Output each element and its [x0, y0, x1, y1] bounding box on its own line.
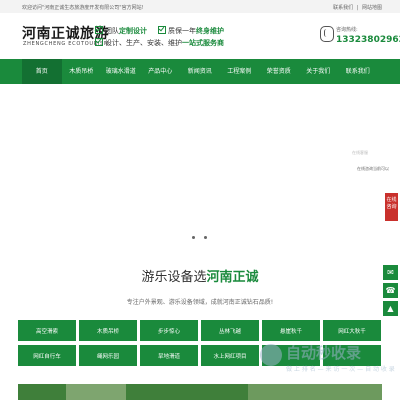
slogan-service: 设计、生产、安装、维护一站式服务商 [95, 37, 224, 48]
hotline-label: 咨询热线: [336, 27, 358, 33]
check-icon [158, 26, 166, 34]
slider-dot[interactable] [192, 236, 195, 239]
site-header: 河南正诚旅游 ZHENGCHENG ECOTOURISM 团队定制设计 质保一年… [0, 13, 400, 57]
nav-item-cases[interactable]: 工程案例 [220, 59, 260, 84]
watermark-logo-icon [260, 344, 282, 366]
category-cliff-swing[interactable]: 悬崖秋千 [262, 320, 320, 341]
online-consult-button[interactable]: 在线咨询 [385, 193, 398, 221]
photo-highlight [248, 384, 382, 400]
sitemap-link[interactable]: 网站地图 [362, 5, 382, 11]
contact-link[interactable]: 联系我们 [333, 5, 353, 11]
top-bar: 欢迎访问"河南正诚生态旅游度开发有限公司"官方网站! 联系我们 | 网站地图 [0, 0, 400, 13]
section-subtitle: 专注户外景观、游乐设备领域，成就河南正诚钻石品质! [126, 299, 274, 306]
nav-item-honors[interactable]: 荣誉资质 [259, 59, 299, 84]
main-nav: 首页 木质吊桥 玻璃水滑道 产品中心 新闻资讯 工程案例 荣誉资质 关于我们 联… [0, 59, 400, 84]
phone-icon [320, 26, 334, 42]
category-sky-bike[interactable]: 网红自行车 [18, 345, 76, 366]
slogan-warranty: 质保一年终身维护 [158, 25, 224, 36]
slogan-custom: 团队定制设计 [95, 25, 147, 36]
check-icon [95, 26, 103, 34]
nav-item-contact[interactable]: 联系我们 [338, 59, 378, 84]
divider: | [356, 5, 359, 11]
photo-highlight [66, 384, 126, 400]
section-title: 游乐设备选河南正诚 [141, 270, 259, 285]
nav-item-wooden-bridge[interactable]: 木质吊桥 [62, 59, 102, 84]
phone-side-icon[interactable]: ☎ [383, 283, 398, 298]
category-jungle-fly[interactable]: 丛林飞越 [201, 320, 259, 341]
nav-item-home[interactable]: 首页 [22, 59, 62, 84]
nav-item-glass-slide[interactable]: 玻璃水滑道 [101, 59, 141, 84]
project-photo [18, 384, 382, 400]
category-dry-slide[interactable]: 旱地滑道 [140, 345, 198, 366]
hotline-number[interactable]: 13323802962 [336, 35, 400, 45]
category-step-thrill[interactable]: 步步惊心 [140, 320, 198, 341]
top-links: 联系我们 | 网站地图 [331, 4, 382, 11]
check-icon [95, 38, 103, 46]
category-wooden-bridge[interactable]: 木质吊桥 [79, 320, 137, 341]
welcome-text: 欢迎访问"河南正诚生态旅游度开发有限公司"官方网站! [22, 5, 144, 11]
watermark: 自动秒收录 做 上 排 名 — 来 访 一 次 — 自 动 收 录 [256, 340, 396, 376]
category-big-swing[interactable]: 网红大秋千 [323, 320, 381, 341]
category-zipline[interactable]: 高空滑索 [18, 320, 76, 341]
nav-item-about[interactable]: 关于我们 [299, 59, 339, 84]
nav-item-news[interactable]: 新闻资讯 [180, 59, 220, 84]
slider-dot[interactable] [204, 236, 207, 239]
chat-hint: 在线客服 [352, 150, 368, 155]
category-rope-park[interactable]: 绳网乐园 [79, 345, 137, 366]
nav-item-products[interactable]: 产品中心 [141, 59, 181, 84]
watermark-title: 自动秒收录 [286, 344, 362, 362]
watermark-subtitle: 做 上 排 名 — 来 访 一 次 — 自 动 收 录 [286, 366, 395, 373]
chat-status[interactable]: 在线咨询当前可以 [357, 166, 398, 176]
category-water-project[interactable]: 水上网红项目 [201, 345, 259, 366]
hero-banner[interactable] [0, 84, 400, 254]
